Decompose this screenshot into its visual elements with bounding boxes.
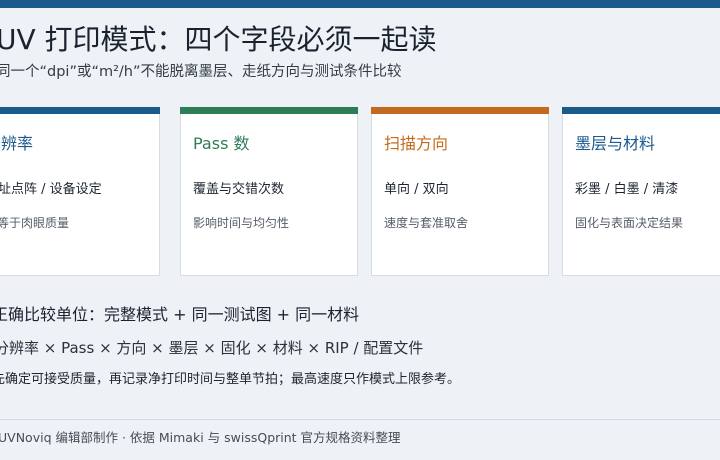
comparison-formula: 分辨率 × Pass × 方向 × 墨层 × 固化 × 材料 × RIP / 配… — [0, 339, 424, 357]
card-note: 固化与表面决定结果 — [575, 216, 684, 230]
page-title: UV 打印模式：四个字段必须一起读 — [0, 23, 437, 56]
card-main-text: 地址点阵 / 设备设定 — [0, 182, 102, 197]
card-ink-and-material: 墨层与材料 彩墨 / 白墨 / 清漆 固化与表面决定结果 — [562, 107, 720, 276]
footer-divider — [0, 419, 720, 420]
card-main-text: 单向 / 双向 — [384, 182, 449, 197]
card-title: 扫描方向 — [384, 134, 449, 153]
card-accent-bar — [562, 107, 720, 114]
card-main-text: 彩墨 / 白墨 / 清漆 — [575, 182, 679, 197]
card-accent-bar — [0, 107, 160, 114]
card-resolution: 分辨率 地址点阵 / 设备设定 不等于肉眼质量 — [0, 107, 160, 276]
card-title: 分辨率 — [0, 134, 34, 153]
card-title: 墨层与材料 — [575, 134, 656, 153]
comparison-rule-title: 正确比较单位：完整模式 + 同一测试图 + 同一材料 — [0, 305, 360, 324]
card-note: 影响时间与均匀性 — [193, 216, 290, 230]
card-accent-bar — [180, 107, 358, 114]
card-note: 不等于肉眼质量 — [0, 216, 70, 230]
footer-credit: UVNoviq 编辑部制作 · 依据 Mimaki 与 swissQprint … — [0, 430, 401, 445]
card-accent-bar — [371, 107, 549, 114]
card-scan-direction: 扫描方向 单向 / 双向 速度与套准取舍 — [371, 107, 549, 276]
card-title: Pass 数 — [193, 134, 250, 153]
top-accent-bar — [0, 0, 720, 8]
card-note: 速度与套准取舍 — [384, 216, 469, 230]
page-subtitle: 同一个“dpi”或“m²/h”不能脱离墨层、走纸方向与测试条件比较 — [0, 64, 402, 80]
card-pass-count: Pass 数 覆盖与交错次数 影响时间与均匀性 — [180, 107, 358, 276]
card-main-text: 覆盖与交错次数 — [193, 182, 285, 197]
comparison-note: 先确定可接受质量，再记录净打印时间与整单节拍；最高速度只作模式上限参考。 — [0, 372, 461, 387]
